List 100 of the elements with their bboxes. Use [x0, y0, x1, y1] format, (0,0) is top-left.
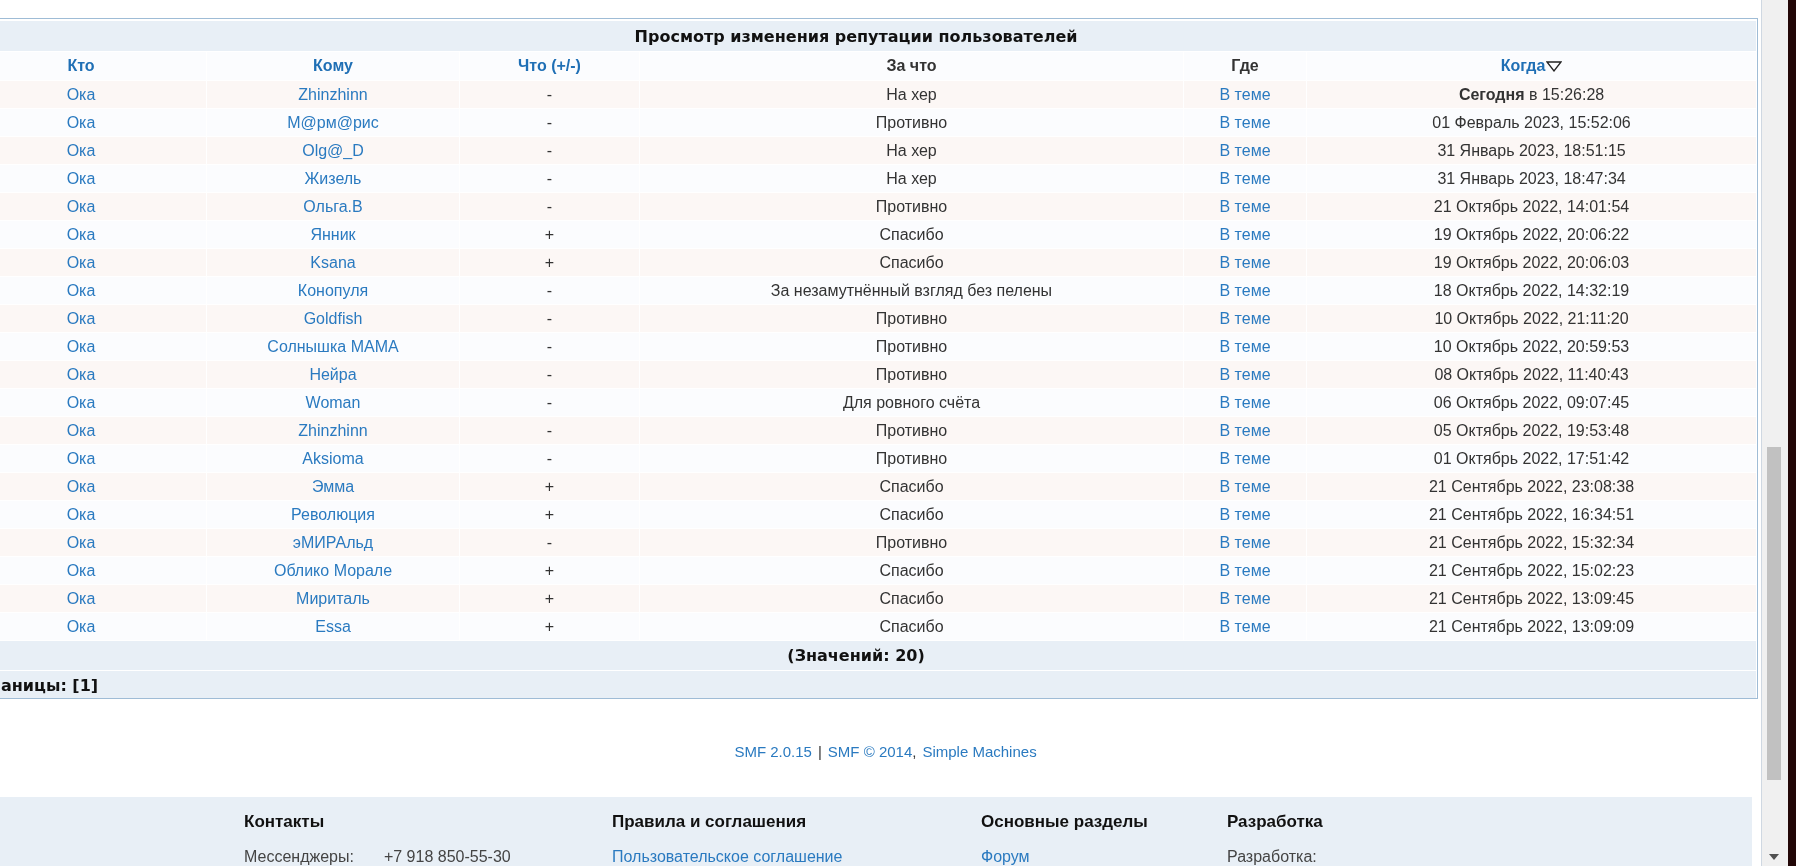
reason-text: На хер — [886, 169, 937, 187]
user-link[interactable]: Ока — [66, 589, 96, 607]
date-text: 01 Февраль 2023, 15:52:06 — [1432, 113, 1631, 131]
reason-text: Противно — [875, 421, 948, 439]
footer-heading: Контакты — [244, 812, 325, 832]
reason-text: Спасибо — [879, 477, 944, 495]
user-link[interactable]: Ока — [66, 477, 96, 495]
user-link[interactable]: Essa — [315, 617, 351, 635]
change-sign: - — [546, 141, 553, 159]
date-text: 19 Октябрь 2022, 20:06:22 — [1433, 225, 1630, 243]
change-sign: + — [544, 477, 555, 495]
user-link[interactable]: Нейра — [309, 365, 357, 383]
reason-text: Спасибо — [879, 253, 944, 271]
change-sign: - — [546, 337, 553, 355]
user-link[interactable]: Ока — [66, 141, 96, 159]
date-text: 31 Январь 2023, 18:47:34 — [1437, 169, 1626, 187]
user-link[interactable]: Ока — [66, 281, 96, 299]
reason-text: Противно — [875, 309, 948, 327]
date-text: 21 Октябрь 2022, 14:01:54 — [1433, 197, 1630, 215]
user-link[interactable]: Ольга.В — [303, 197, 363, 215]
change-sign: - — [546, 421, 553, 439]
reason-text: За незамутнённый взгляд без пелены — [770, 281, 1053, 299]
reason-text: Противно — [875, 533, 948, 551]
comma-text: , — [912, 742, 917, 760]
column-header-link[interactable]: Кому — [313, 57, 353, 74]
reason-text: Спасибо — [879, 561, 944, 579]
reason-text: Спасибо — [879, 589, 944, 607]
scrollbar-thumb[interactable] — [1767, 447, 1781, 780]
user-link[interactable]: Ока — [66, 169, 96, 187]
date-text: 31 Январь 2023, 18:51:15 — [1437, 141, 1626, 159]
change-sign: + — [544, 505, 555, 523]
footer-link[interactable]: Пользовательское соглашение — [612, 848, 843, 866]
reason-text: На хер — [886, 85, 937, 103]
change-sign: - — [546, 533, 553, 551]
reason-text: Противно — [875, 337, 948, 355]
date-text: 21 Сентябрь 2022, 23:08:38 — [1428, 477, 1635, 495]
user-link[interactable]: Zhinzhinn — [298, 85, 368, 103]
separator-text: | — [817, 742, 822, 760]
user-link[interactable]: Aksioma — [302, 449, 364, 467]
reason-text: Противно — [875, 197, 948, 215]
user-link[interactable]: Жизель — [304, 169, 362, 187]
contact-label: Мессенджеры: — [244, 848, 354, 866]
user-link[interactable]: Конопуля — [297, 281, 369, 299]
user-link[interactable]: Ока — [66, 85, 96, 103]
column-header-link[interactable]: Когда — [1500, 57, 1546, 74]
user-link[interactable]: Ока — [66, 309, 96, 327]
footer-text: Разработка: — [1227, 848, 1317, 866]
scroll-down-icon[interactable] — [1769, 854, 1779, 860]
date-text: 21 Сентябрь 2022, 16:34:51 — [1428, 505, 1635, 523]
change-sign: + — [544, 561, 555, 579]
user-link[interactable]: Ока — [66, 617, 96, 635]
user-link[interactable]: Ока — [66, 561, 96, 579]
change-sign: - — [546, 197, 553, 215]
date-text: 21 Сентябрь 2022, 15:32:34 — [1428, 533, 1635, 551]
user-link[interactable]: Ока — [66, 505, 96, 523]
user-link[interactable]: Ока — [66, 365, 96, 383]
reason-text: Противно — [875, 365, 948, 383]
sort-descending-icon[interactable] — [1546, 61, 1563, 72]
change-sign: - — [546, 393, 553, 411]
column-header: За что — [886, 57, 937, 74]
reason-text: Для ровного счёта — [842, 393, 981, 411]
footer-heading: Разработка — [1227, 812, 1323, 832]
reason-text: Спасибо — [879, 617, 944, 635]
phone-number: +7 918 850-55-30 — [383, 848, 511, 866]
user-link[interactable]: Ока — [66, 421, 96, 439]
reason-text: Противно — [875, 113, 948, 131]
user-link[interactable]: Эмма — [311, 477, 355, 495]
user-link[interactable]: Ока — [66, 337, 96, 355]
change-sign: - — [546, 281, 553, 299]
reason-text: Спасибо — [879, 505, 944, 523]
user-link[interactable]: Ока — [66, 225, 96, 243]
date-text: 21 Сентябрь 2022, 13:09:09 — [1428, 617, 1635, 635]
footer-link[interactable]: Форум — [981, 848, 1030, 866]
date-text: 05 Октябрь 2022, 19:53:48 — [1433, 421, 1630, 439]
user-link[interactable]: Мириталь — [296, 589, 370, 607]
user-link[interactable]: Янник — [310, 225, 356, 243]
date-text: 06 Октябрь 2022, 09:07:45 — [1433, 393, 1630, 411]
change-sign: - — [546, 85, 553, 103]
user-link[interactable]: Ока — [66, 533, 96, 551]
footer-heading: Правила и соглашения — [612, 812, 807, 832]
user-link[interactable]: Goldfish — [303, 309, 363, 327]
scrollbar[interactable] — [1762, 0, 1788, 866]
user-link[interactable]: Ока — [66, 449, 96, 467]
user-link[interactable]: Ока — [66, 393, 96, 411]
change-sign: - — [546, 309, 553, 327]
change-sign: - — [546, 365, 553, 383]
user-link[interactable]: Ока — [66, 253, 96, 271]
user-link[interactable]: Woman — [305, 393, 361, 411]
user-link[interactable]: Ока — [66, 197, 96, 215]
column-header-link[interactable]: Кто — [67, 57, 95, 74]
user-link[interactable]: Ksana — [310, 253, 356, 271]
version-link[interactable]: SMF 2.0.15 — [734, 742, 812, 760]
date-text: 18 Октябрь 2022, 14:32:19 — [1433, 281, 1630, 299]
change-sign: + — [544, 617, 555, 635]
user-link[interactable]: Olg@_D — [302, 141, 364, 159]
column-header: Где — [1231, 57, 1259, 74]
date-text: 08 Октябрь 2022, 11:40:43 — [1434, 365, 1629, 383]
user-link[interactable]: Ока — [66, 113, 96, 131]
vendor-link[interactable]: Simple Machines — [922, 742, 1037, 760]
user-link[interactable]: Zhinzhinn — [298, 421, 368, 439]
